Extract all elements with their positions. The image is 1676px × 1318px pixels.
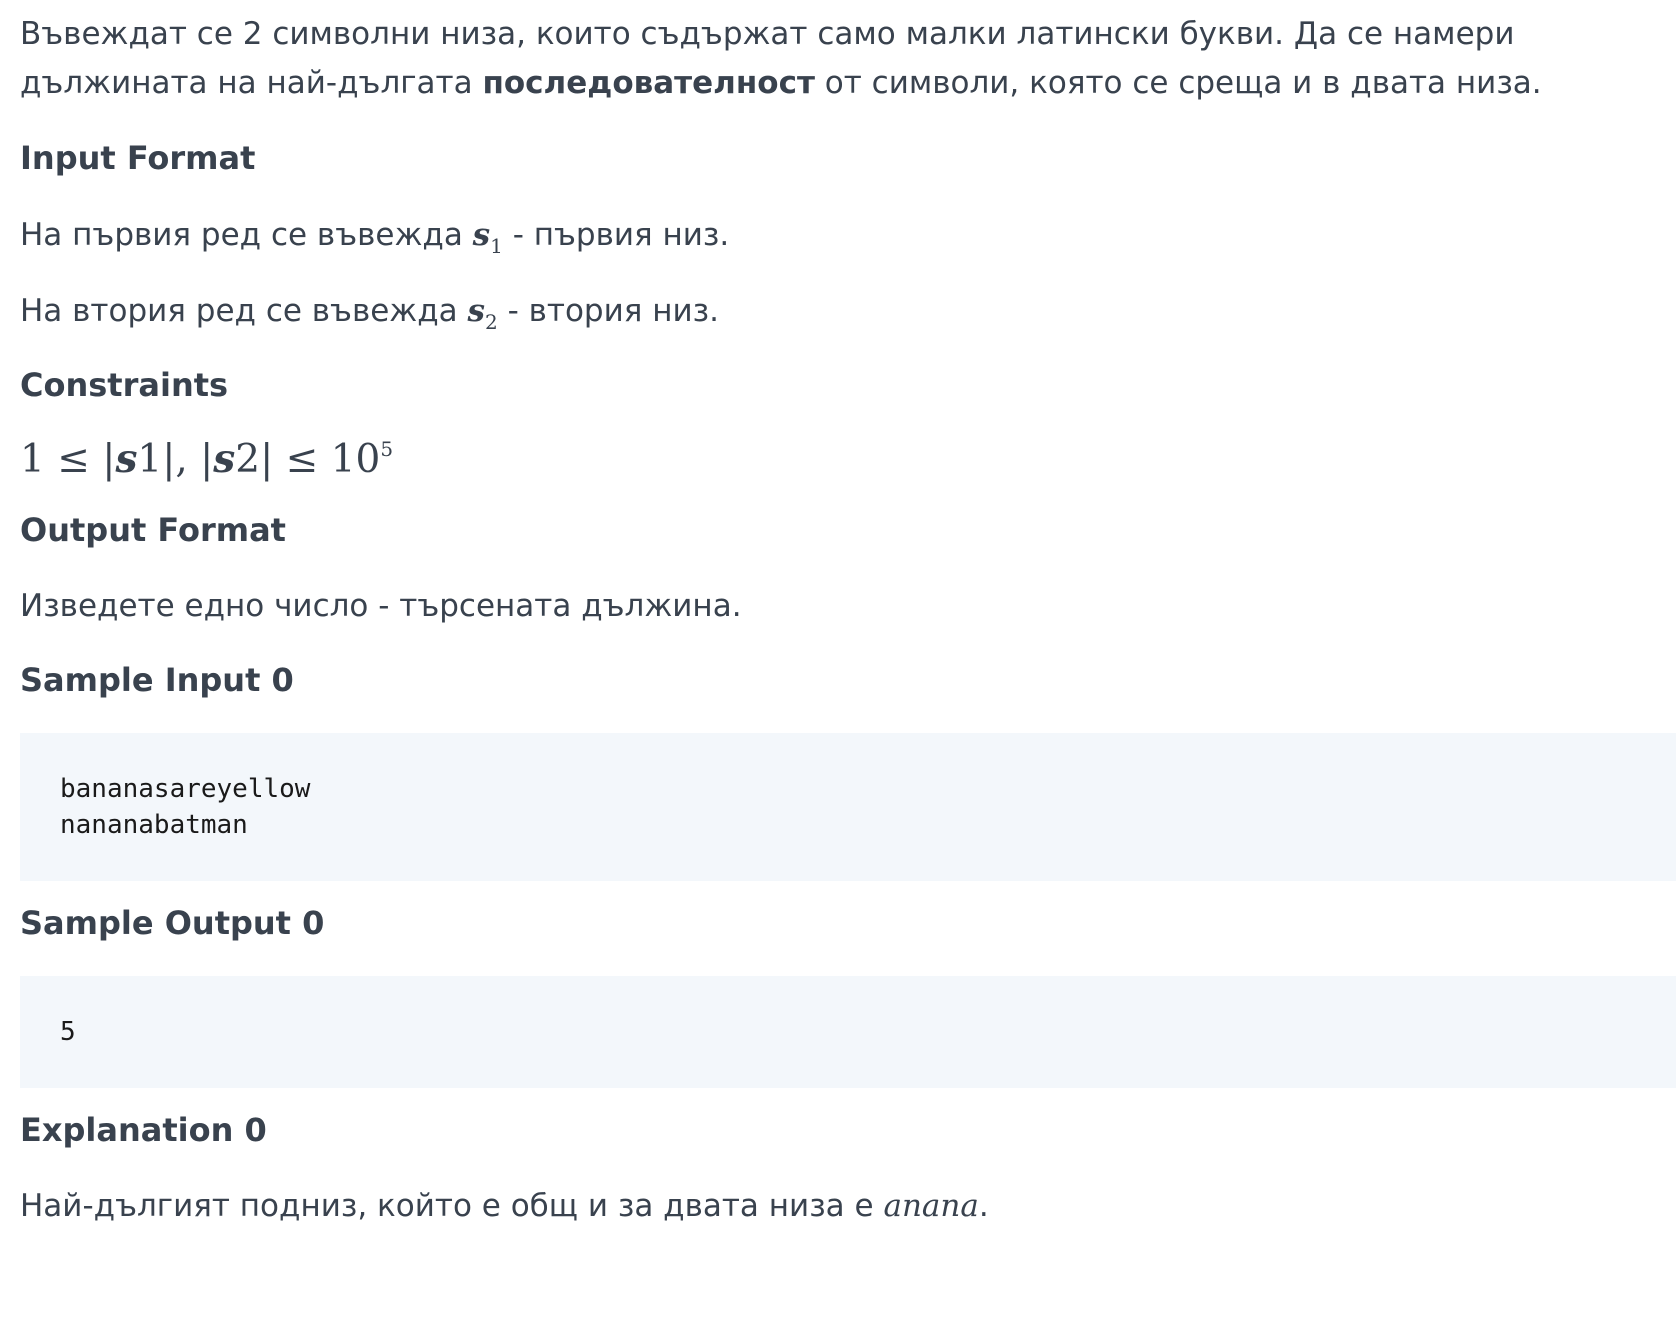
var-s2: s2: [467, 293, 498, 334]
sample-output-heading: Sample Output 0: [20, 904, 325, 942]
intro-bold-term: последователност: [482, 65, 815, 101]
explanation-heading: Explanation 0: [20, 1111, 267, 1149]
var-s1: s1: [472, 217, 503, 258]
output-format-text: Изведете едно число - търсената дължина.: [20, 588, 742, 624]
problem-statement: Въвеждат се 2 символни низа, които съдър…: [0, 0, 1676, 1231]
input-line-2-text: На втория ред се въвежда: [20, 293, 468, 329]
intro-paragraph: Въвеждат се 2 символни низа, които съдър…: [20, 10, 1662, 108]
output-format-heading: Output Format: [20, 511, 286, 549]
input-format-heading: Input Format: [20, 139, 256, 177]
explanation-text: Най-дългият подниз, който е общ и за два…: [20, 1188, 989, 1224]
intro-text-end: от символи, която се среща и в двата низ…: [814, 65, 1542, 101]
input-format-line-1: На първия ред се въвежда s1 - първия низ…: [20, 211, 1662, 260]
input-format-line-2: На втория ред се въвежда s2 - втория низ…: [20, 287, 1662, 336]
constraint-formula: 1 ≤ |s1|, |s2| ≤ 105: [20, 436, 394, 482]
input-line-1-text: На първия ред се въвежда: [20, 217, 473, 253]
sample-output-code: 5: [20, 976, 1676, 1088]
input-line-1-suffix: - първия низ.: [502, 217, 730, 253]
constraints-heading: Constraints: [20, 366, 229, 404]
input-line-2-suffix: - втория низ.: [497, 293, 719, 329]
sample-input-code: bananasareyellow nananabatman: [20, 733, 1676, 881]
sample-input-heading: Sample Input 0: [20, 661, 294, 699]
answer-substring: anana: [883, 1188, 979, 1224]
